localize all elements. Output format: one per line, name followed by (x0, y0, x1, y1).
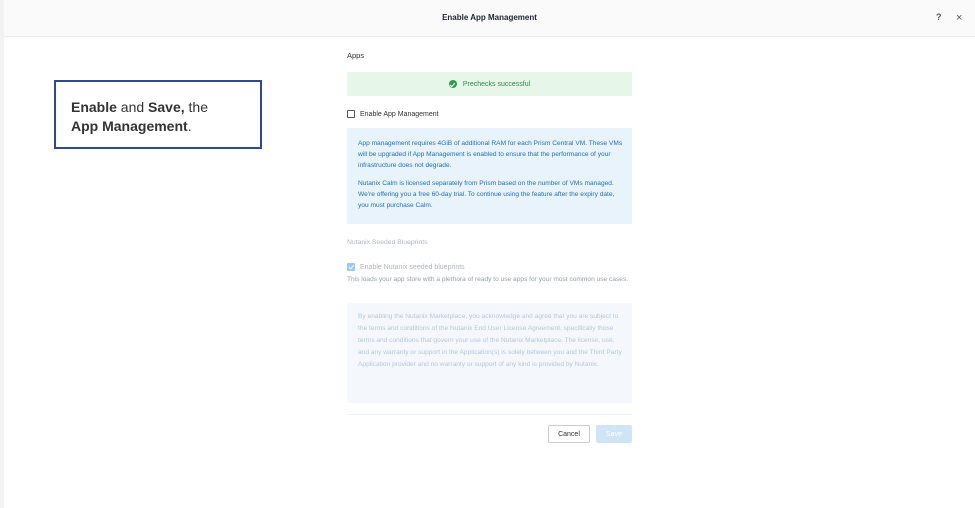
enable-app-management-row[interactable]: Enable App Management (347, 110, 439, 118)
save-button[interactable]: Save (596, 425, 632, 443)
callout-enable: Enable (71, 99, 117, 115)
seeded-blueprints-row[interactable]: Enable Nutanix seeded blueprints (347, 263, 465, 271)
blueprints-section-label: Nutanix Seeded Blueprints (347, 239, 428, 246)
window-frame (0, 0, 4, 508)
dialog-title: Enable App Management (442, 13, 537, 22)
footer-divider (347, 414, 632, 415)
instruction-callout: Enable and Save, the App Management. (54, 80, 262, 149)
enable-app-management-checkbox[interactable] (347, 110, 355, 118)
license-text: By enabling the Nutanix Marketplace, you… (358, 313, 622, 368)
cancel-button[interactable]: Cancel (548, 425, 590, 443)
info-license-text: Nutanix Calm is licensed separately from… (358, 180, 615, 209)
precheck-text: Prechecks successful (462, 80, 531, 88)
callout-text-and: and (116, 99, 149, 115)
help-icon[interactable]: ? (936, 12, 942, 22)
enable-app-management-label[interactable]: Enable App Management (360, 111, 439, 118)
dialog-header: Enable App Management ? × (4, 0, 975, 37)
marketplace-license-box: By enabling the Nutanix Marketplace, you… (347, 303, 632, 403)
apps-section-label: Apps (347, 51, 365, 60)
seeded-blueprints-label[interactable]: Enable Nutanix seeded blueprints (360, 264, 465, 271)
close-icon[interactable]: × (956, 12, 962, 24)
blueprints-description: This loads your app store with a plethor… (347, 276, 629, 283)
callout-period: . (187, 118, 192, 134)
callout-text-the: the (184, 99, 208, 115)
seeded-blueprints-checkbox[interactable] (347, 263, 355, 271)
callout-save: Save, (148, 99, 185, 115)
callout-app-management: App Management (71, 118, 188, 134)
precheck-banner: Prechecks successful (347, 72, 632, 96)
check-circle-icon (448, 80, 457, 88)
info-ram-text: App management requires 4GiB of addition… (358, 140, 623, 169)
info-box: App management requires 4GiB of addition… (347, 128, 632, 224)
